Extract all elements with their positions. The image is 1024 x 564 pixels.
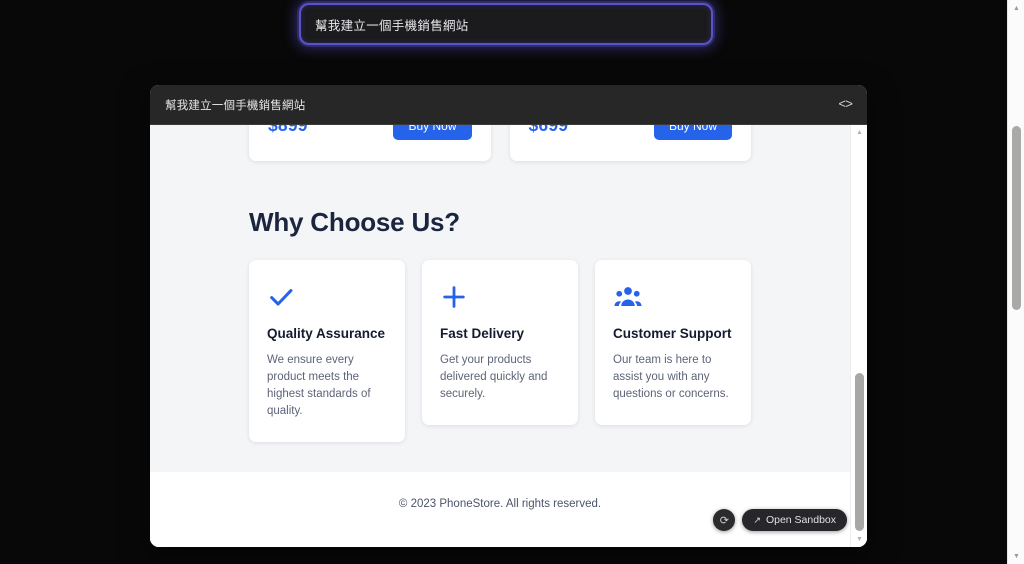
product-price: $899 (268, 125, 308, 135)
product-cards-row: $899 Buy Now $699 Buy Now (150, 125, 850, 161)
why-choose-us-heading: Why Choose Us? (249, 207, 460, 237)
check-icon (267, 281, 387, 313)
preview-scrollbar[interactable]: ▲ ▼ (850, 125, 867, 547)
product-price: $699 (528, 125, 569, 135)
open-sandbox-button[interactable]: ↗ Open Sandbox (742, 509, 847, 531)
users-group-icon (613, 281, 733, 313)
features-section: $899 Buy Now $699 Buy Now Why Choose Us? (150, 125, 850, 473)
code-view-icon[interactable]: <> (838, 98, 853, 111)
feature-description: Our team is here to assist you with any … (613, 354, 729, 401)
preview-scrollbar-thumb[interactable] (855, 373, 864, 531)
feature-title: Quality Assurance (267, 326, 386, 341)
sandbox-widgets: ⟳ ↗ Open Sandbox (713, 509, 847, 531)
site-scroll-area: $899 Buy Now $699 Buy Now Why Choose Us? (150, 125, 850, 547)
product-card[interactable]: $899 Buy Now (249, 125, 491, 161)
feature-description: We ensure every product meets the highes… (267, 354, 371, 418)
feature-card-quality-assurance: Quality Assurance We ensure every produc… (249, 260, 405, 443)
refresh-icon[interactable]: ⟳ (713, 509, 736, 531)
prompt-input[interactable]: 幫我建立一個手機銷售網站 (299, 3, 713, 45)
plus-icon (440, 281, 560, 313)
feature-description: Get your products delivered quickly and … (440, 354, 548, 401)
feature-card-customer-support: Customer Support Our team is here to ass… (595, 260, 751, 426)
feature-title: Customer Support (613, 326, 732, 341)
preview-window: 幫我建立一個手機銷售網站 <> $899 Buy Now $699 Buy No… (150, 85, 867, 547)
buy-now-button[interactable]: Buy Now (393, 125, 472, 140)
feature-cards-row: Quality Assurance We ensure every produc… (150, 260, 850, 443)
app-root: 幫我建立一個手機銷售網站 幫我建立一個手機銷售網站 <> $899 Buy No… (0, 0, 1024, 564)
preview-title: 幫我建立一個手機銷售網站 (165, 99, 306, 112)
copyright-text: © 2023 PhoneStore. All rights reserved. (398, 498, 602, 511)
feature-title: Fast Delivery (440, 326, 525, 341)
preview-body: $899 Buy Now $699 Buy Now Why Choose Us? (150, 125, 867, 547)
product-card[interactable]: $699 Buy Now (509, 125, 751, 161)
external-link-icon: ↗ (753, 514, 761, 525)
open-sandbox-label: Open Sandbox (765, 514, 836, 526)
prompt-input-value: 幫我建立一個手機銷售網站 (315, 18, 469, 33)
page-scrollbar[interactable]: ▲ ▼ (1007, 0, 1024, 564)
feature-card-fast-delivery: Fast Delivery Get your products delivere… (422, 260, 578, 426)
buy-now-button[interactable]: Buy Now (653, 125, 732, 140)
page-scroll-down-arrow-icon[interactable]: ▼ (1008, 548, 1024, 564)
scrollbar-down-arrow-icon[interactable]: ▼ (851, 532, 867, 547)
preview-header: 幫我建立一個手機銷售網站 <> (150, 85, 867, 125)
scrollbar-up-arrow-icon[interactable]: ▲ (851, 125, 867, 140)
page-scroll-up-arrow-icon[interactable]: ▲ (1008, 0, 1024, 16)
page-scrollbar-thumb[interactable] (1012, 126, 1021, 310)
